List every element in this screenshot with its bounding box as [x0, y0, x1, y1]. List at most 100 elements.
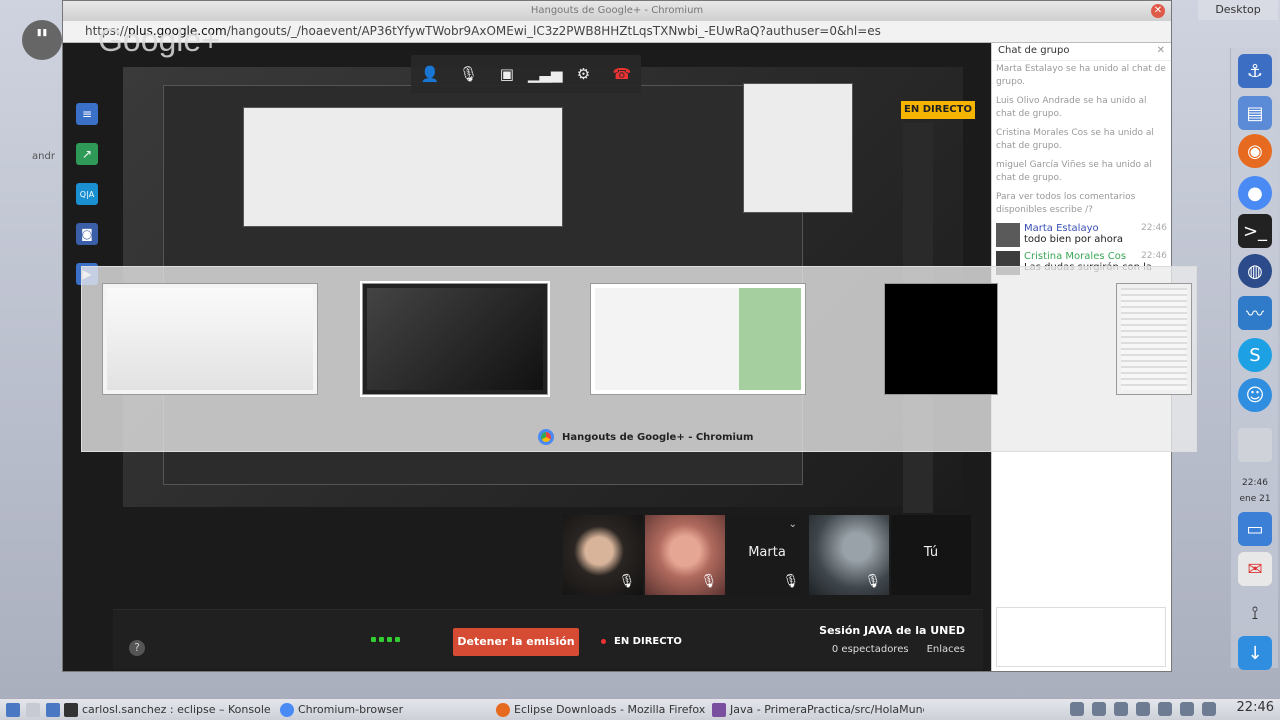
mic-off-icon[interactable]: 🎙 — [455, 61, 481, 87]
switcher-thumbnail[interactable] — [884, 283, 998, 395]
switcher-thumbnail-selected[interactable] — [360, 281, 550, 397]
address-bar[interactable]: https://plus.google.com/hangouts/_/hoaev… — [63, 21, 1171, 43]
bluetooth-icon[interactable] — [1158, 702, 1172, 716]
file-manager-icon[interactable]: ▤ — [1238, 96, 1272, 130]
firefox-icon — [496, 702, 510, 717]
task-firefox[interactable]: Eclipse Downloads - Mozilla Firefox — [492, 700, 708, 720]
monitor-icon[interactable]: 〰 — [1238, 296, 1272, 330]
task-label: carlosl.sanchez : eclipse – Konsole — [82, 702, 271, 716]
help-icon[interactable]: ? — [129, 640, 145, 656]
switcher-thumbnail[interactable] — [590, 283, 806, 395]
task-konsole[interactable]: carlosl.sanchez : eclipse – Konsole — [60, 700, 276, 720]
participant-name: Tú — [923, 545, 939, 560]
globe-icon[interactable]: ◍ — [1238, 254, 1272, 288]
brand-logo: Google+ — [98, 22, 220, 58]
level-meter — [371, 637, 400, 642]
mic-muted-icon: 🎙 — [864, 574, 881, 589]
switcher-thumbnail[interactable] — [102, 283, 318, 395]
desktop-peek-text: andr — [32, 151, 55, 162]
desktop-label[interactable]: Desktop — [1198, 0, 1278, 20]
pidgin-icon[interactable]: ☺ — [1238, 378, 1272, 412]
participant-tile[interactable]: 🎙 — [645, 515, 725, 595]
window-switcher: Hangouts de Google+ - Chromium — [81, 266, 1197, 452]
switcher-label: Hangouts de Google+ - Chromium — [562, 431, 754, 443]
window-icon[interactable]: ▭ — [1238, 512, 1272, 546]
chat-system-message: Para ver todos los comentarios disponibl… — [996, 192, 1136, 215]
camera-off-icon[interactable]: ▣ — [494, 61, 520, 87]
mic-muted-icon: 🎙 — [618, 574, 635, 589]
switcher-thumbnail[interactable] — [1116, 283, 1192, 395]
battery-icon[interactable] — [1202, 702, 1216, 716]
konsole-icon — [64, 702, 78, 717]
switcher-selected-title: Hangouts de Google+ - Chromium — [538, 429, 753, 445]
tray-icon[interactable] — [1114, 702, 1128, 716]
tray-icon[interactable] — [1070, 702, 1084, 716]
session-meta: 0 espectadores Enlaces — [832, 644, 965, 655]
chat-input[interactable] — [996, 607, 1166, 667]
participant-tile[interactable]: 🎙 — [809, 515, 889, 595]
avatar — [996, 223, 1020, 247]
nested-chat — [743, 83, 853, 213]
usb-icon[interactable]: ⟟ — [1238, 596, 1272, 630]
anchor-icon[interactable]: ⚓ — [1238, 54, 1272, 88]
mail-icon[interactable]: ✉ — [1238, 552, 1272, 586]
message-text: todo bien por ahora — [1024, 234, 1124, 245]
chromium-icon — [280, 702, 294, 717]
message-author[interactable]: Cristina Morales Cos — [1024, 251, 1152, 262]
participant-tile-self[interactable]: Tú — [891, 515, 971, 595]
message-time: 22:46 — [1141, 223, 1167, 233]
firefox-icon[interactable]: ◉ — [1238, 134, 1272, 168]
message-author[interactable]: Marta Estalayo — [1024, 223, 1123, 234]
dock-date: ene 21 — [1239, 494, 1271, 504]
chromium-icon[interactable]: ● — [1238, 176, 1272, 210]
chat-icon[interactable]: ≡ — [76, 103, 98, 125]
download-icon[interactable]: ↓ — [1238, 636, 1272, 670]
system-tray — [1070, 702, 1216, 716]
volume-icon[interactable] — [1136, 702, 1150, 716]
broadcast-bar: ? Detener la emisión EN DIRECTO Sesión J… — [113, 609, 983, 669]
task-label: Eclipse Downloads - Mozilla Firefox — [514, 702, 706, 716]
taskbar-clock[interactable]: 22:46 — [1237, 700, 1274, 715]
screenshare-icon[interactable]: ↗ — [76, 143, 98, 165]
capture-icon[interactable]: ◙ — [76, 223, 98, 245]
window-titlebar[interactable]: Hangouts de Google+ - Chromium — [63, 1, 1171, 21]
participant-tile[interactable]: 🎙 — [563, 515, 643, 595]
close-icon[interactable]: ✕ — [1157, 45, 1165, 56]
participant-name: Marta — [748, 545, 786, 560]
taskbar: carlosl.sanchez : eclipse – Konsole Chro… — [0, 698, 1280, 720]
live-indicator: EN DIRECTO — [601, 636, 682, 647]
tray-icon[interactable] — [1092, 702, 1106, 716]
chat-message: Marta Estalayo todo bien por ahora 22:46 — [992, 221, 1171, 249]
chromium-icon — [538, 429, 554, 445]
links-link[interactable]: Enlaces — [927, 644, 965, 655]
call-toolbar: 👤 🎙 ▣ ▁▃▅ ⚙ ☎ — [411, 55, 641, 93]
message-time: 22:46 — [1141, 251, 1167, 261]
stop-broadcast-button[interactable]: Detener la emisión — [453, 628, 579, 656]
task-eclipse[interactable]: Java - PrimeraPractica/src/HolaMundo.jav… — [708, 700, 924, 720]
viewer-count: 0 espectadores — [831, 644, 909, 655]
terminal-icon[interactable]: >_ — [1238, 214, 1272, 248]
trash-icon[interactable] — [1238, 428, 1272, 462]
chevron-down-icon[interactable]: ⌄ — [789, 519, 797, 530]
gear-icon[interactable]: ⚙ — [570, 61, 596, 87]
desktop-pager-icon[interactable] — [26, 702, 40, 717]
signal-icon[interactable]: ▁▃▅ — [528, 61, 563, 87]
participant-tile[interactable]: ⌄ Marta 🎙 — [727, 515, 807, 595]
add-person-icon[interactable]: 👤 — [417, 61, 443, 87]
nested-document — [243, 107, 563, 227]
skype-icon[interactable]: S — [1238, 338, 1272, 372]
wifi-icon[interactable] — [1180, 702, 1194, 716]
task-label: Java - PrimeraPractica/src/HolaMundo.jav… — [730, 702, 924, 716]
eclipse-icon — [712, 702, 726, 717]
qa-icon[interactable]: Q|A — [76, 183, 98, 205]
taskbar-launchers — [0, 702, 60, 717]
kde-start-icon[interactable] — [6, 702, 20, 717]
kde-icon[interactable] — [46, 702, 60, 717]
chat-system-message: miguel García Viñes se ha unido al chat … — [996, 160, 1152, 183]
close-icon[interactable]: ✕ — [1151, 4, 1165, 18]
hangup-icon[interactable]: ☎ — [609, 61, 635, 87]
chat-title: Chat de grupo — [998, 45, 1070, 56]
task-label: Chromium-browser — [298, 702, 404, 716]
chat-system-message: Luis Olivo Andrade se ha unido al chat d… — [996, 96, 1147, 119]
task-chromium[interactable]: Chromium-browser — [276, 700, 492, 720]
